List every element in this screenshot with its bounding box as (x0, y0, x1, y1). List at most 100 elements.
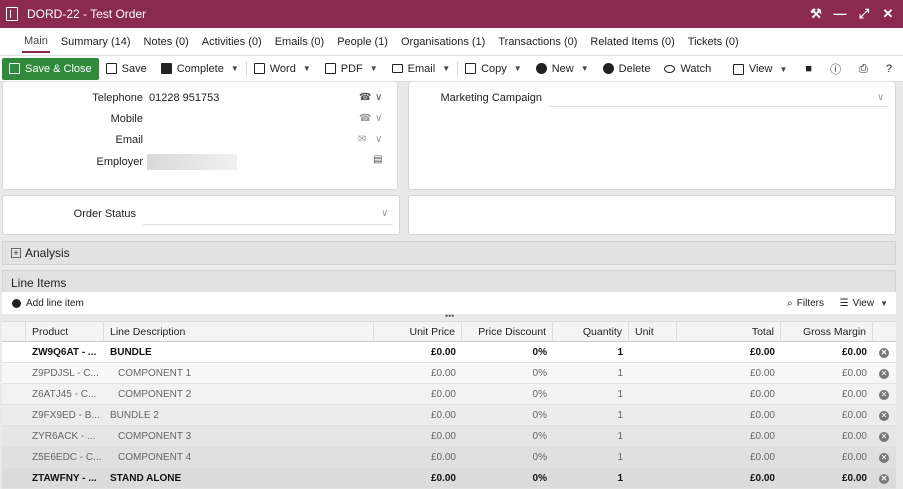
cell-quantity[interactable]: 1 (553, 473, 629, 484)
remove-row[interactable]: ✕ (873, 452, 896, 463)
remove-circle-icon[interactable]: ✕ (879, 389, 889, 400)
cell-line-description[interactable]: BUNDLE (104, 347, 374, 358)
cell-price-discount[interactable]: 0% (462, 473, 553, 484)
cell-product[interactable]: ZW9Q6AT - ... (26, 347, 104, 358)
cell-quantity[interactable]: 1 (553, 452, 629, 463)
cell-price-discount[interactable]: 0% (462, 431, 553, 442)
chevron-down-icon[interactable]: ∨ (375, 92, 382, 103)
help-icon[interactable]: ? (879, 58, 899, 80)
cell-total[interactable]: £0.00 (677, 410, 781, 421)
column-quantity[interactable]: Quantity (553, 322, 629, 341)
cell-line-description[interactable]: COMPONENT 4 (104, 452, 374, 463)
save-close-button[interactable]: Save & Close (2, 57, 99, 80)
cell-price-discount[interactable]: 0% (462, 452, 553, 463)
cell-total[interactable]: £0.00 (677, 452, 781, 463)
remove-circle-icon[interactable]: ✕ (879, 431, 889, 442)
cell-quantity[interactable]: 1 (553, 368, 629, 379)
cell-gross-margin[interactable]: £0.00 (781, 410, 873, 421)
table-row[interactable]: Z5E6EDC - C... COMPONENT 4 £0.00 0% 1 £0.00 £0… (2, 447, 896, 468)
copy-button[interactable]: Copy ▼ (458, 58, 529, 80)
phone-icon[interactable]: ☎ (359, 113, 371, 124)
new-button[interactable]: New ▼ (529, 58, 596, 80)
cell-line-description[interactable]: COMPONENT 3 (104, 431, 374, 442)
cell-gross-margin[interactable]: £0.00 (781, 473, 873, 484)
column-product[interactable]: Product (26, 322, 104, 341)
table-row[interactable]: ZYR6ACK - ... COMPONENT 3 £0.00 0% 1 £0.00 £0.… (2, 426, 896, 447)
tab-emails[interactable]: Emails (0) (273, 32, 327, 52)
cell-quantity[interactable]: 1 (553, 347, 629, 358)
complete-button[interactable]: Complete ▼ (154, 58, 246, 80)
remove-row[interactable]: ✕ (873, 389, 896, 400)
table-row[interactable]: ZW9Q6AT - ... BUNDLE £0.00 0% 1 £0.00 £0.00 ✕ (2, 342, 896, 363)
cell-product[interactable]: Z6ATJ45 - C... (26, 389, 104, 400)
cell-unit-price[interactable]: £0.00 (374, 410, 462, 421)
cell-total[interactable]: £0.00 (677, 347, 781, 358)
tab-notes[interactable]: Notes (0) (142, 32, 191, 52)
cell-total[interactable]: £0.00 (677, 473, 781, 484)
remove-circle-icon[interactable]: ✕ (879, 452, 889, 463)
cell-gross-margin[interactable]: £0.00 (781, 452, 873, 463)
phone-icon[interactable]: ☎ (359, 92, 371, 103)
remove-row[interactable]: ✕ (873, 347, 896, 358)
close-icon[interactable]: ✕ (881, 6, 895, 21)
envelope-icon[interactable]: ✉ (358, 134, 366, 145)
cell-unit-price[interactable]: £0.00 (374, 452, 462, 463)
cell-product[interactable]: Z5E6EDC - C... (26, 452, 104, 463)
building-icon[interactable]: ▤ (373, 154, 382, 165)
watch-button[interactable]: Watch (657, 58, 718, 80)
maximize-icon[interactable]: ⤢ (857, 6, 871, 21)
column-price-discount[interactable]: Price Discount (462, 322, 553, 341)
email-button[interactable]: Email ▼ (385, 58, 457, 80)
column-gross-margin[interactable]: Gross Margin (781, 322, 873, 341)
cell-quantity[interactable]: 1 (553, 389, 629, 400)
tab-related-items[interactable]: Related Items (0) (588, 32, 676, 52)
chevron-down-icon[interactable]: ∨ (877, 92, 884, 103)
telephone-field[interactable]: 01228 951753 (149, 92, 219, 104)
tab-summary[interactable]: Summary (14) (59, 32, 133, 52)
table-row[interactable]: ZTAWFNY - ... STAND ALONE £0.00 0% 1 £0.00 £0.… (2, 468, 896, 489)
filters-button[interactable]: ⌕ Filters (787, 298, 824, 309)
print-icon[interactable]: ⎙ (852, 58, 875, 80)
chevron-down-icon[interactable]: ∨ (381, 208, 388, 219)
cell-gross-margin[interactable]: £0.00 (781, 347, 873, 358)
remove-circle-icon[interactable]: ✕ (879, 473, 889, 484)
cell-unit-price[interactable]: £0.00 (374, 389, 462, 400)
order-status-select[interactable] (143, 224, 393, 225)
cell-line-description[interactable]: COMPONENT 1 (104, 368, 374, 379)
remove-row[interactable]: ✕ (873, 410, 896, 421)
expand-icon[interactable]: + (11, 248, 21, 258)
remove-row[interactable]: ✕ (873, 368, 896, 379)
remove-row[interactable]: ✕ (873, 473, 896, 484)
cell-gross-margin[interactable]: £0.00 (781, 389, 873, 400)
lock-icon[interactable]: ■ (798, 58, 819, 80)
chevron-down-icon[interactable]: ∨ (375, 113, 382, 124)
tab-tickets[interactable]: Tickets (0) (686, 32, 741, 52)
save-button[interactable]: Save (99, 58, 154, 80)
cell-line-description[interactable]: STAND ALONE (104, 473, 374, 484)
add-line-item-button[interactable]: Add line item (12, 298, 84, 309)
cell-unit-price[interactable]: £0.00 (374, 368, 462, 379)
cell-price-discount[interactable]: 0% (462, 368, 553, 379)
cell-total[interactable]: £0.00 (677, 431, 781, 442)
tab-people[interactable]: People (1) (335, 32, 390, 52)
cell-total[interactable]: £0.00 (677, 368, 781, 379)
cell-quantity[interactable]: 1 (553, 410, 629, 421)
table-row[interactable]: Z6ATJ45 - C... COMPONENT 2 £0.00 0% 1 £0.00 £0… (2, 384, 896, 405)
remove-circle-icon[interactable]: ✕ (879, 347, 889, 358)
column-unit-price[interactable]: Unit Price (374, 322, 462, 341)
tab-main[interactable]: Main (22, 31, 50, 53)
cell-price-discount[interactable]: 0% (462, 389, 553, 400)
employer-field[interactable] (147, 154, 237, 170)
tab-activities[interactable]: Activities (0) (200, 32, 264, 52)
cell-product[interactable]: ZTAWFNY - ... (26, 473, 104, 484)
marketing-campaign-select[interactable] (549, 106, 889, 107)
drag-handle-icon[interactable]: ••• (445, 311, 454, 321)
cell-unit-price[interactable]: £0.00 (374, 347, 462, 358)
view-button[interactable]: View ▼ (726, 58, 795, 80)
table-row[interactable]: Z9FX9ED - B... BUNDLE 2 £0.00 0% 1 £0.00 £0.00… (2, 405, 896, 426)
cell-total[interactable]: £0.00 (677, 389, 781, 400)
cell-line-description[interactable]: BUNDLE 2 (104, 410, 374, 421)
info-icon[interactable]: ⓘ (823, 58, 848, 80)
cell-product[interactable]: Z9FX9ED - B... (26, 410, 104, 421)
cell-price-discount[interactable]: 0% (462, 347, 553, 358)
